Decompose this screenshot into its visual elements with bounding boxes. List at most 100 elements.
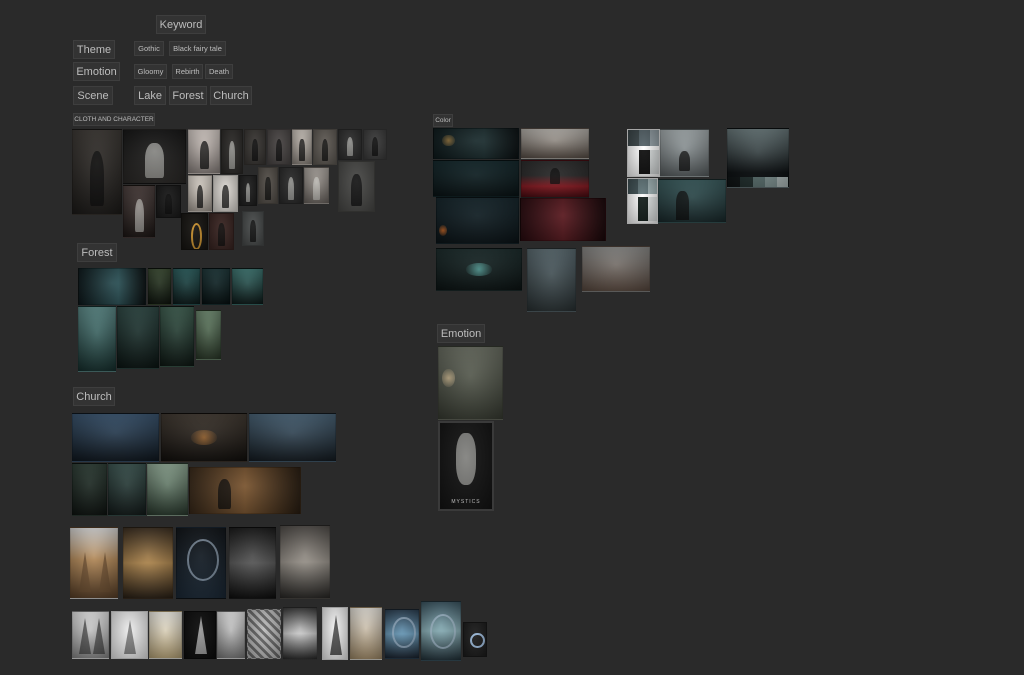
forest-image[interactable]	[202, 268, 230, 305]
tag-black-fairy-tale[interactable]: Black fairy tale	[169, 41, 226, 56]
forest-image[interactable]	[78, 268, 146, 305]
character-image[interactable]	[338, 161, 375, 212]
keyword-heading[interactable]: Keyword	[156, 15, 206, 34]
architecture-image[interactable]	[247, 609, 281, 659]
palette-swatch	[639, 130, 650, 146]
figure	[229, 140, 235, 169]
color-reference-image[interactable]	[433, 128, 519, 159]
figure	[250, 220, 256, 242]
forest-image[interactable]	[232, 268, 263, 305]
character-image[interactable]	[338, 129, 362, 160]
tag-lake[interactable]: Lake	[134, 86, 166, 105]
palette-swatch	[740, 177, 753, 187]
architecture-image[interactable]	[217, 611, 245, 659]
character-image[interactable]	[188, 175, 212, 212]
character-image[interactable]	[156, 185, 181, 218]
church-image[interactable]	[189, 467, 301, 514]
tag-church[interactable]: Church	[210, 86, 252, 105]
character-image[interactable]	[292, 129, 312, 165]
character-image[interactable]	[188, 129, 220, 174]
color-reference-image[interactable]	[527, 248, 576, 312]
color-palette[interactable]	[627, 129, 660, 177]
color-reference-image[interactable]	[521, 160, 589, 198]
figure	[222, 184, 229, 208]
architecture-image[interactable]	[72, 611, 109, 659]
forest-image[interactable]	[196, 310, 221, 360]
color-reference-image[interactable]	[433, 160, 519, 197]
emotion-image[interactable]	[438, 346, 503, 420]
church-image[interactable]	[72, 413, 159, 462]
church-image[interactable]	[72, 463, 107, 516]
character-image[interactable]	[181, 213, 208, 250]
cathedral-image[interactable]	[229, 527, 276, 599]
architecture-image[interactable]	[322, 607, 348, 660]
rose-window	[186, 538, 220, 581]
character-image[interactable]	[221, 129, 243, 174]
color-reference-image[interactable]	[436, 197, 519, 244]
section-emotion[interactable]: Emotion	[437, 324, 485, 343]
figure	[287, 176, 295, 200]
scene-label[interactable]: Scene	[73, 86, 113, 105]
forest-image[interactable]	[78, 306, 116, 372]
architecture-image[interactable]	[149, 611, 182, 659]
character-image[interactable]	[72, 129, 122, 215]
church-image[interactable]	[249, 413, 336, 462]
forest-image[interactable]	[148, 268, 171, 305]
color-reference-image[interactable]	[582, 246, 650, 292]
character-image[interactable]	[258, 167, 278, 204]
character-image[interactable]	[304, 167, 329, 204]
architecture-image[interactable]	[111, 611, 148, 659]
color-palette[interactable]	[627, 178, 658, 224]
character-image[interactable]	[244, 129, 266, 165]
color-reference-image[interactable]	[521, 128, 589, 159]
architecture-image[interactable]	[184, 611, 216, 659]
character-image[interactable]	[209, 213, 234, 250]
character-image[interactable]	[279, 167, 303, 204]
tag-rebirth[interactable]: Rebirth	[172, 64, 203, 79]
section-cloth-and-character[interactable]: CLOTH AND CHARACTER	[73, 113, 155, 126]
character-image[interactable]	[242, 211, 264, 246]
figure	[275, 138, 283, 161]
color-reference-image[interactable]	[660, 129, 709, 177]
tarot-card-image[interactable]: MYSTICS	[438, 421, 494, 511]
color-reference-image[interactable]	[658, 179, 726, 223]
section-church[interactable]: Church	[73, 387, 115, 406]
tag-death[interactable]: Death	[205, 64, 233, 79]
cathedral-image[interactable]	[70, 527, 118, 599]
tag-forest[interactable]: Forest	[169, 86, 207, 105]
theme-label[interactable]: Theme	[73, 40, 115, 59]
tag-gloomy[interactable]: Gloomy	[134, 64, 167, 79]
forest-image[interactable]	[173, 268, 200, 305]
character-image[interactable]	[123, 129, 186, 184]
character-image[interactable]	[313, 129, 337, 165]
figure	[218, 222, 225, 246]
church-image[interactable]	[147, 463, 188, 516]
section-forest[interactable]: Forest	[77, 243, 117, 262]
character-image[interactable]	[363, 129, 387, 160]
cathedral-image[interactable]	[176, 527, 226, 599]
architecture-image[interactable]	[421, 601, 461, 661]
character-image[interactable]	[213, 175, 238, 212]
color-palette[interactable]	[727, 128, 789, 188]
church-image[interactable]	[161, 413, 247, 462]
character-image[interactable]	[239, 175, 257, 206]
cathedral-image[interactable]	[280, 525, 330, 599]
tarot-caption: MYSTICS	[451, 499, 481, 505]
architecture-image[interactable]	[350, 607, 382, 660]
figure	[196, 184, 204, 208]
section-color[interactable]: Color	[433, 114, 453, 127]
palette-swatch	[777, 177, 788, 187]
cathedral-image[interactable]	[123, 527, 173, 599]
character-image[interactable]	[123, 185, 155, 238]
color-reference-image[interactable]	[520, 198, 606, 241]
emotion-label[interactable]: Emotion	[73, 62, 120, 81]
color-reference-image[interactable]	[436, 248, 522, 291]
forest-image[interactable]	[160, 306, 194, 367]
forest-image[interactable]	[117, 306, 159, 369]
architecture-image[interactable]	[463, 622, 487, 657]
church-image[interactable]	[108, 463, 146, 516]
architecture-image[interactable]	[385, 609, 419, 659]
character-image[interactable]	[267, 129, 291, 165]
architecture-image[interactable]	[283, 607, 317, 660]
tag-gothic[interactable]: Gothic	[134, 41, 164, 56]
